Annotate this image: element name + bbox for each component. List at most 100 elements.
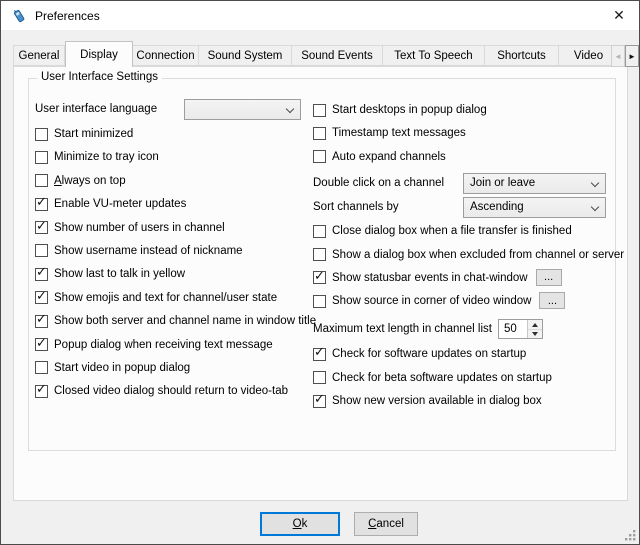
checkbox[interactable]	[313, 104, 326, 117]
language-label: User interface language	[35, 99, 184, 120]
checkbox-row[interactable]: Minimize to tray icon	[35, 150, 307, 164]
checkbox-row[interactable]: Popup dialog when receiving text message	[35, 338, 307, 352]
checkbox-row[interactable]: Show emojis and text for channel/user st…	[35, 291, 307, 305]
tab-label: Connection	[136, 50, 194, 62]
checkbox-row[interactable]: Start video in popup dialog	[35, 361, 307, 375]
preferences-dialog: Preferences ✕ General Display Connection…	[0, 0, 640, 545]
close-icon[interactable]: ✕	[599, 1, 639, 29]
checkbox-label: Always on top	[54, 175, 126, 187]
tab[interactable]: Shortcuts	[485, 45, 559, 66]
checkbox-row[interactable]: Closed video dialog should return to vid…	[35, 384, 307, 398]
tab-label: Sound Events	[301, 50, 373, 62]
tab[interactable]: General	[13, 45, 65, 66]
tab[interactable]: Connection	[133, 45, 199, 66]
checkbox[interactable]	[35, 151, 48, 164]
checkbox[interactable]	[313, 248, 326, 261]
checkbox[interactable]	[35, 315, 48, 328]
app-icon	[11, 8, 27, 24]
checkbox-row[interactable]: Show statusbar events in chat-window ...	[313, 271, 615, 285]
cancel-button[interactable]: Cancel	[354, 512, 418, 536]
checkbox[interactable]	[35, 128, 48, 141]
tab[interactable]: Sound System	[199, 45, 292, 66]
tab[interactable]: Video	[559, 45, 613, 66]
checkbox[interactable]	[35, 291, 48, 304]
checkbox-row[interactable]: Show username instead of nickname	[35, 244, 307, 258]
sort-channels-label: Sort channels by	[313, 197, 463, 218]
checkbox[interactable]	[35, 244, 48, 257]
checkbox[interactable]	[313, 348, 326, 361]
right-checkbox-list-bottom: Check for software updates on startup Ch…	[313, 347, 615, 408]
spinner-up-icon[interactable]	[528, 320, 542, 330]
cancel-button-label: Cancel	[368, 518, 404, 530]
max-text-length-spinner[interactable]: 50	[498, 319, 543, 339]
checkbox-row[interactable]: Start desktops in popup dialog	[313, 103, 615, 117]
language-row: User interface language	[35, 99, 307, 120]
tab[interactable]: Text To Speech	[383, 45, 485, 66]
checkbox[interactable]	[35, 268, 48, 281]
checkbox-row[interactable]: Show a dialog box when excluded from cha…	[313, 248, 615, 262]
tab-bar: General Display Connection Sound System …	[13, 40, 613, 67]
chevron-down-icon	[286, 105, 294, 113]
max-text-length-row: Maximum text length in channel list 50	[313, 319, 615, 339]
checkbox[interactable]	[35, 361, 48, 374]
checkbox-row[interactable]: Show source in corner of video window ..…	[313, 294, 615, 308]
sort-channels-combobox[interactable]: Ascending	[463, 197, 606, 218]
language-combobox[interactable]	[184, 99, 301, 120]
title-bar[interactable]: Preferences ✕	[1, 1, 639, 30]
checkbox-row[interactable]: Auto expand channels	[313, 150, 615, 164]
checkbox[interactable]	[35, 221, 48, 234]
double-click-row: Double click on a channel Join or leave	[313, 173, 615, 194]
checkbox-row[interactable]: Start minimized	[35, 127, 307, 141]
tab-label: Display	[80, 49, 118, 61]
chevron-down-icon	[591, 203, 599, 211]
chevron-down-icon	[591, 179, 599, 187]
checkbox[interactable]	[313, 271, 326, 284]
tab-label: Text To Speech	[394, 50, 472, 62]
spinner-down-icon[interactable]	[528, 330, 542, 339]
checkbox[interactable]	[313, 150, 326, 163]
checkbox[interactable]	[313, 225, 326, 238]
ok-button[interactable]: Ok	[260, 512, 340, 536]
checkbox-row[interactable]: Timestamp text messages	[313, 126, 615, 140]
tab-scroll-right-icon[interactable]: ►	[625, 45, 639, 67]
ellipsis-button[interactable]: ...	[539, 292, 565, 309]
checkbox[interactable]	[35, 338, 48, 351]
checkbox-row[interactable]: Check for beta software updates on start…	[313, 371, 615, 385]
checkbox[interactable]	[313, 127, 326, 140]
window-title: Preferences	[35, 9, 100, 23]
checkbox-label: Start minimized	[54, 128, 133, 140]
checkbox-row[interactable]: Show both server and channel name in win…	[35, 314, 307, 328]
checkbox-row[interactable]: Check for software updates on startup	[313, 347, 615, 361]
checkbox-row[interactable]: Enable VU-meter updates	[35, 197, 307, 211]
checkbox[interactable]	[35, 385, 48, 398]
tab[interactable]: Sound Events	[292, 45, 383, 66]
checkbox-row[interactable]: Show new version available in dialog box	[313, 394, 615, 408]
checkbox-row[interactable]: Show number of users in channel	[35, 221, 307, 235]
checkbox[interactable]	[35, 198, 48, 211]
sort-channels-value: Ascending	[470, 201, 524, 213]
double-click-combobox[interactable]: Join or leave	[463, 173, 606, 194]
checkbox-label: Show new version available in dialog box	[332, 395, 542, 407]
checkbox-row[interactable]: Close dialog box when a file transfer is…	[313, 224, 615, 238]
checkbox-label: Show a dialog box when excluded from cha…	[332, 249, 624, 261]
checkbox-label: Auto expand channels	[332, 151, 446, 163]
tab[interactable]: Display	[65, 41, 133, 67]
double-click-label: Double click on a channel	[313, 173, 463, 194]
checkbox[interactable]	[313, 395, 326, 408]
right-checkbox-list-mid: Close dialog box when a file transfer is…	[313, 224, 615, 308]
tab-scroll-left-icon[interactable]: ◄	[611, 45, 625, 67]
checkbox[interactable]	[313, 295, 326, 308]
checkbox-label: Check for software updates on startup	[332, 348, 526, 360]
ellipsis-button[interactable]: ...	[536, 269, 562, 286]
checkbox-label: Show number of users in channel	[54, 222, 225, 234]
checkbox-label: Show both server and channel name in win…	[54, 315, 316, 327]
checkbox-label: Show emojis and text for channel/user st…	[54, 292, 277, 304]
checkbox-label: Enable VU-meter updates	[54, 198, 186, 210]
tab-label: Video	[574, 50, 603, 62]
resize-grip[interactable]	[625, 530, 636, 541]
display-tab-page: User Interface Settings User interface l…	[13, 66, 628, 501]
checkbox[interactable]	[313, 371, 326, 384]
checkbox[interactable]	[35, 174, 48, 187]
checkbox-row[interactable]: Always on top	[35, 174, 307, 188]
checkbox-row[interactable]: Show last to talk in yellow	[35, 267, 307, 281]
